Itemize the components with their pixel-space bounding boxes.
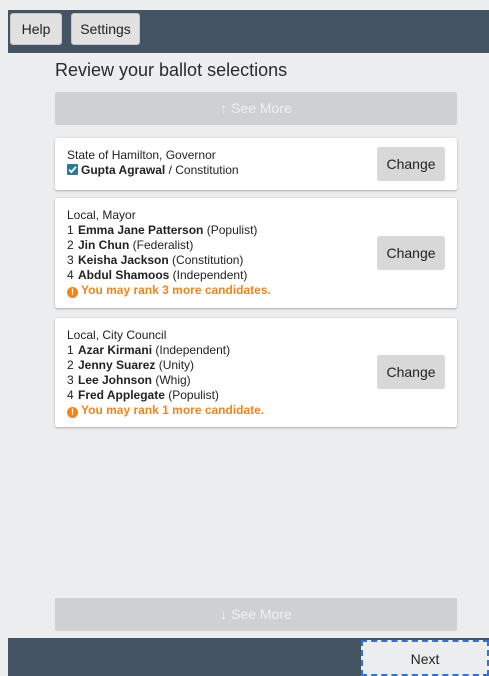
contest-card-city-council: Local, City Council 1 Azar Kirmani (Indep… bbox=[55, 318, 457, 427]
see-more-up-button[interactable]: ↑ See More bbox=[55, 92, 457, 125]
rank-number: 2 bbox=[67, 358, 74, 372]
candidate-party: (Populist) bbox=[164, 388, 219, 402]
candidate-name: Fred Applegate bbox=[78, 388, 165, 402]
candidate-name: Jin Chun bbox=[78, 238, 130, 252]
candidate-name: Emma Jane Patterson bbox=[78, 223, 204, 237]
candidate-party: (Independent) bbox=[169, 268, 248, 282]
candidate-party: (Populist) bbox=[203, 223, 258, 237]
rank-warning: ! You may rank 3 more candidates. bbox=[67, 283, 445, 298]
candidate-name: Keisha Jackson bbox=[78, 253, 169, 267]
warning-text: You may rank 3 more candidates. bbox=[81, 283, 271, 297]
candidate-party: (Unity) bbox=[155, 358, 195, 372]
candidate-party: (Independent) bbox=[152, 343, 231, 357]
next-button[interactable]: Next bbox=[361, 640, 489, 676]
page-title: Review your ballot selections bbox=[55, 60, 288, 80]
rank-number: 3 bbox=[67, 373, 74, 387]
rank-warning: ! You may rank 1 more candidate. bbox=[67, 403, 445, 418]
checkbox-checked-icon bbox=[67, 164, 78, 175]
ranked-candidate: 4 Abdul Shamoos (Independent) bbox=[67, 268, 445, 283]
contest-title: Local, Mayor bbox=[67, 208, 136, 222]
candidate-name: Jenny Suarez bbox=[78, 358, 156, 372]
see-more-down-button[interactable]: ↓ See More bbox=[55, 598, 457, 631]
candidate-party: (Federalist) bbox=[129, 238, 194, 252]
candidate-party: / Constitution bbox=[165, 163, 239, 177]
contest-title: Local, City Council bbox=[67, 328, 167, 342]
ranked-candidate: 4 Fred Applegate (Populist) bbox=[67, 388, 445, 403]
candidate-name: Lee Johnson bbox=[78, 373, 153, 387]
candidate-name: Gupta Agrawal bbox=[81, 163, 166, 177]
rank-number: 1 bbox=[67, 343, 74, 357]
exclamation-circle-icon: ! bbox=[67, 407, 78, 418]
candidate-party: (Constitution) bbox=[168, 253, 244, 267]
candidate-party: (Whig) bbox=[152, 373, 191, 387]
change-mayor-button[interactable]: Change bbox=[377, 236, 445, 270]
rank-number: 4 bbox=[67, 268, 74, 282]
rank-number: 3 bbox=[67, 253, 74, 267]
contest-card-governor: State of Hamilton, Governor Gupta Agrawa… bbox=[55, 138, 457, 190]
exclamation-circle-icon: ! bbox=[67, 287, 78, 298]
warning-text: You may rank 1 more candidate. bbox=[81, 403, 265, 417]
candidate-name: Azar Kirmani bbox=[78, 343, 153, 357]
candidate-name: Abdul Shamoos bbox=[78, 268, 170, 282]
settings-button[interactable]: Settings bbox=[71, 13, 140, 45]
rank-number: 4 bbox=[67, 388, 74, 402]
change-governor-button[interactable]: Change bbox=[377, 147, 445, 181]
help-button[interactable]: Help bbox=[10, 13, 62, 45]
change-city-council-button[interactable]: Change bbox=[377, 355, 445, 389]
rank-number: 2 bbox=[67, 238, 74, 252]
rank-number: 1 bbox=[67, 223, 74, 237]
contest-card-mayor: Local, Mayor 1 Emma Jane Patterson (Popul… bbox=[55, 198, 457, 308]
